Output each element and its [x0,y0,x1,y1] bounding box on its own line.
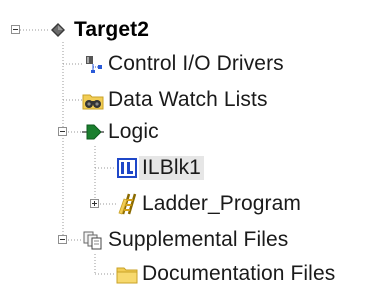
tree-node-label: Control I/O Drivers [108,52,284,75]
tree-node-documentation-files[interactable]: Documentation Files [116,260,335,288]
logic-arrow-icon [82,121,104,143]
tree-node-label: Data Watch Lists [108,88,268,111]
tree-node-label: Logic [108,120,159,143]
ladder-icon [116,193,138,215]
ladder-expand-toggle[interactable] [90,199,99,208]
supplemental-collapse-toggle[interactable] [58,235,67,244]
tree-node-label: ILBlk1 [139,156,204,180]
project-tree: Target2 Control I/O Drivers Data Watch L… [0,0,367,286]
tree-node-control-io-drivers[interactable]: Control I/O Drivers [82,50,284,78]
tree-node-label: Ladder_Program [142,192,301,215]
diamond-icon [50,19,66,41]
tree-node-target2[interactable]: Target2 [50,16,149,44]
files-stack-icon [82,229,104,251]
folder-icon [116,263,138,285]
tree-node-label: Documentation Files [142,262,336,285]
instruction-list-icon [116,157,138,179]
logic-collapse-toggle[interactable] [58,127,67,136]
tree-node-label: Supplemental Files [108,228,289,251]
root-collapse-toggle[interactable] [11,25,20,34]
binoculars-folder-icon [82,89,104,111]
tree-node-logic[interactable]: Logic [82,118,159,146]
tree-node-ilblk1[interactable]: ILBlk1 [116,154,204,182]
tree-node-data-watch-lists[interactable]: Data Watch Lists [82,86,268,114]
tree-node-label: Target2 [74,18,149,41]
io-drivers-icon [82,53,104,75]
tree-node-supplemental-files[interactable]: Supplemental Files [82,226,288,254]
tree-node-ladder-program[interactable]: Ladder_Program [116,190,301,218]
